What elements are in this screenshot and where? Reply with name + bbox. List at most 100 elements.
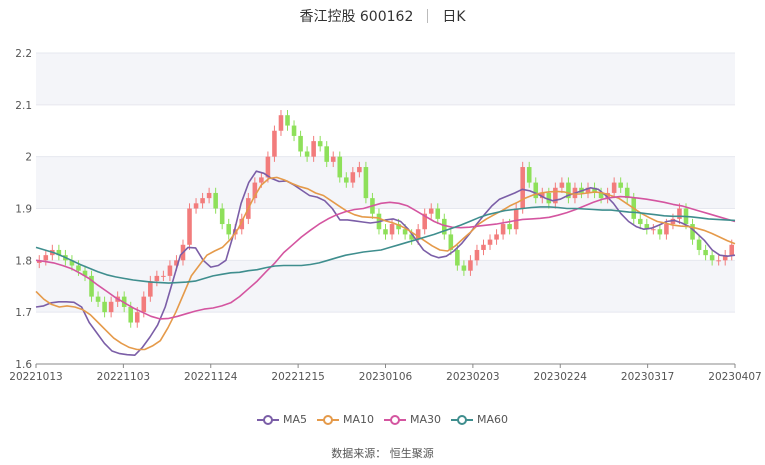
legend-item-ma30[interactable]: MA30 — [384, 413, 441, 426]
x-tick-label: 20221124 — [184, 371, 238, 383]
candle-body — [651, 229, 656, 231]
candle-body — [611, 182, 617, 193]
candle-body — [494, 234, 499, 240]
candle-body — [637, 218, 643, 225]
y-axis-ticks: 1.6 1.7 1.8 1.9 2 2.1 2.2 — [15, 48, 32, 371]
candle-body — [729, 244, 735, 256]
legend-swatch — [256, 415, 279, 425]
candle-body — [76, 265, 81, 271]
legend-item-ma10[interactable]: MA10 — [316, 413, 374, 426]
candle-body — [461, 265, 467, 271]
candle-body — [716, 260, 721, 262]
candle-body — [507, 224, 512, 230]
x-axis-ticks: 20221013 20221103 20221124 20221215 20230106… — [9, 364, 762, 383]
candle-body — [161, 275, 166, 277]
x-tick-label: 20221013 — [9, 371, 62, 383]
legend-label: MA5 — [282, 413, 307, 426]
legend-label: MA10 — [342, 413, 374, 426]
candle-body — [344, 177, 349, 183]
candle-body — [533, 182, 539, 199]
candle-body — [154, 275, 160, 282]
candle-body — [213, 192, 218, 209]
candle-body — [148, 281, 153, 297]
y-tick-label: 1.7 — [15, 307, 32, 319]
legend: MA5 MA10 MA30 MA60 — [0, 413, 765, 426]
x-tick-label: 20230317 — [621, 371, 674, 383]
candle-body — [428, 208, 434, 214]
candle-body — [167, 265, 173, 276]
legend-swatch — [384, 415, 406, 425]
candle-body — [389, 224, 395, 235]
candle-body — [487, 239, 493, 245]
candle-body — [259, 177, 264, 183]
candle-body — [317, 141, 323, 147]
candle-body — [200, 198, 205, 204]
candle-body — [709, 255, 715, 261]
candle-body — [141, 296, 147, 313]
candle-body — [363, 167, 369, 199]
candle-body — [291, 125, 297, 136]
kline-chart: 1.61.71.81.922.12.2 20221013 20221103 2022… — [9, 48, 762, 383]
x-tick-label: 20221103 — [97, 371, 150, 383]
candle-body — [337, 156, 343, 178]
candle-body — [468, 260, 473, 271]
x-tick-label: 20230203 — [446, 371, 499, 383]
candle-body — [226, 224, 232, 235]
candle-body — [206, 192, 212, 199]
x-tick-label: 20230224 — [534, 371, 588, 383]
candle-body — [657, 229, 663, 235]
candle-body — [455, 249, 460, 266]
data-source: 数据来源： 恒生聚源 — [331, 447, 434, 460]
grid-bands — [36, 53, 735, 313]
y-tick-label: 1.8 — [15, 255, 32, 267]
legend-item-ma5[interactable]: MA5 — [256, 413, 307, 426]
x-tick-label: 20230106 — [359, 371, 413, 383]
candle-body — [102, 301, 107, 313]
candle-body — [677, 208, 682, 219]
candle-body — [134, 312, 140, 323]
candle-body — [193, 203, 199, 209]
candle-body — [304, 151, 310, 157]
y-tick-label: 1.6 — [15, 359, 32, 371]
y-tick-label: 2.1 — [15, 100, 32, 112]
candle-body — [474, 249, 480, 261]
grid-band — [36, 156, 735, 209]
candle-body — [703, 249, 708, 256]
candle-body — [696, 239, 702, 250]
candle-body — [311, 141, 316, 157]
candle-body — [95, 296, 101, 302]
candle-body — [500, 224, 506, 235]
candle-body — [128, 306, 134, 323]
candle-body — [526, 167, 532, 183]
candle-body — [435, 208, 441, 219]
candle-body — [219, 208, 225, 225]
y-tick-label: 2.2 — [15, 48, 32, 60]
candle-body — [618, 182, 623, 188]
candle-body — [278, 115, 284, 131]
legend-label: MA60 — [477, 413, 509, 426]
candle-body — [108, 301, 114, 313]
grid-band — [36, 260, 735, 313]
legend-item-ma60[interactable]: MA60 — [451, 413, 508, 426]
candle-body — [43, 255, 49, 261]
legend-swatch — [451, 415, 474, 425]
legend-label: MA30 — [410, 413, 442, 426]
grid-band — [36, 53, 735, 105]
candle-body — [298, 135, 303, 152]
candle-body — [513, 208, 519, 230]
candle-body — [383, 229, 388, 235]
candle-body — [330, 156, 336, 162]
candle-body — [272, 130, 277, 157]
candle-body — [520, 167, 525, 209]
y-tick-label: 2 — [25, 152, 32, 164]
candle-body — [350, 172, 356, 183]
candle-body — [559, 182, 565, 188]
x-tick-label: 20230407 — [708, 371, 761, 383]
candle-body — [285, 115, 290, 126]
candle-body — [324, 146, 329, 162]
candle-body — [664, 224, 669, 235]
x-tick-label: 20221215 — [271, 371, 324, 383]
y-tick-label: 1.9 — [15, 204, 32, 216]
legend-swatch — [316, 415, 339, 425]
candle-body — [481, 244, 486, 250]
